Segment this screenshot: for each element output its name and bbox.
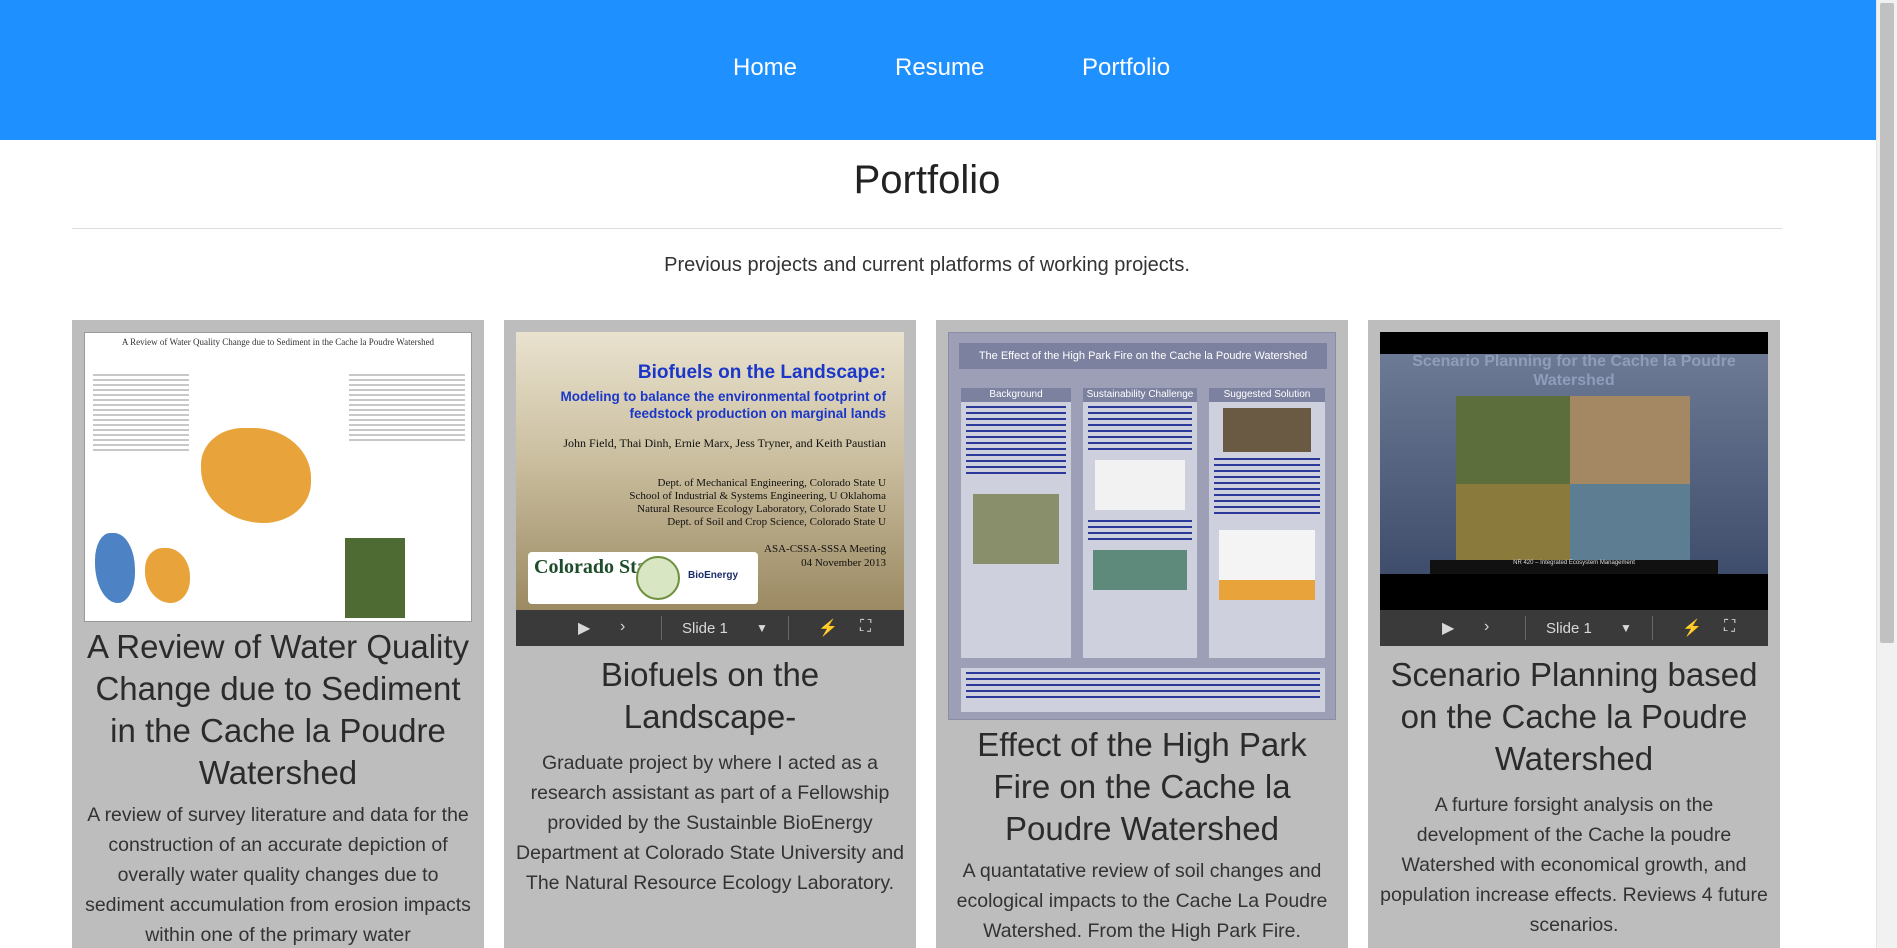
nav-link-portfolio[interactable]: Portfolio xyxy=(1082,54,1170,82)
slide-selector[interactable]: Slide 1 xyxy=(682,620,728,637)
chevron-down-icon[interactable]: ▼ xyxy=(1620,621,1632,635)
chevron-down-icon[interactable]: ▼ xyxy=(756,621,768,635)
slide-authors: John Field, Thai Dinh, Ernie Marx, Jess … xyxy=(563,436,886,450)
graph-image xyxy=(1095,460,1185,510)
slide-subtitle: Modeling to balance the environmental fo… xyxy=(560,389,886,421)
portfolio-card-water-quality[interactable]: A Review of Water Quality Change due to … xyxy=(72,320,484,948)
slide-preview: Scenario Planning for the Cache la Poudr… xyxy=(1380,332,1768,610)
poster-title: A Review of Water Quality Change due to … xyxy=(121,337,435,347)
nav-link-home[interactable]: Home xyxy=(733,54,797,82)
poster-column: Suggested Solution xyxy=(1209,388,1325,658)
portfolio-card-high-park-fire[interactable]: The Effect of the High Park Fire on the … xyxy=(936,320,1348,948)
next-slide-icon[interactable]: › xyxy=(1484,618,1489,636)
meeting-name: ASA-CSSA-SSSA Meeting xyxy=(764,543,886,555)
stream-photo xyxy=(345,538,405,618)
city-photo xyxy=(1570,484,1690,560)
department-line: Natural Resource Ecology Laboratory, Col… xyxy=(637,503,886,515)
department-line: Dept. of Soil and Crop Science, Colorado… xyxy=(667,516,886,528)
slides-embed[interactable]: Biofuels on the Landscape: Modeling to b… xyxy=(516,332,904,646)
slide-departments: Dept. of Mechanical Engineering, Colorad… xyxy=(526,477,886,529)
river-photo xyxy=(1456,396,1570,484)
portfolio-card-scenario-planning[interactable]: Scenario Planning for the Cache la Poudr… xyxy=(1368,320,1780,948)
column-heading: Suggested Solution xyxy=(1209,388,1325,402)
card-description: Graduate project by where I acted as a r… xyxy=(515,752,905,894)
scrollbar-thumb[interactable] xyxy=(1880,3,1894,643)
edit-off-icon[interactable]: ⚡ xyxy=(818,618,838,638)
card-title: Scenario Planning based on the Cache la … xyxy=(1390,656,1758,777)
slide-title: Biofuels on the Landscape: xyxy=(637,362,886,383)
edit-off-icon[interactable]: ⚡ xyxy=(1682,618,1702,638)
poster-column: Background xyxy=(961,388,1071,658)
slide-meeting: ASA-CSSA-SSSA Meeting 04 November 2013 xyxy=(736,542,886,570)
card-title: Effect of the High Park Fire on the Cach… xyxy=(977,726,1307,847)
bar-chart-image xyxy=(1219,530,1315,600)
card-description: A quantatative review of soil changes an… xyxy=(956,860,1328,942)
nav-link-resume[interactable]: Resume xyxy=(895,54,984,82)
fullscreen-icon[interactable]: ⛶ xyxy=(1724,618,1735,636)
top-navbar: Home Resume Portfolio xyxy=(0,0,1876,140)
department-line: School of Industrial & Systems Engineeri… xyxy=(629,490,886,502)
slide-selector[interactable]: Slide 1 xyxy=(1546,620,1592,637)
column-heading: Sustainability Challenge xyxy=(1083,388,1197,402)
next-slide-icon[interactable]: › xyxy=(620,618,625,636)
play-icon[interactable]: ▶ xyxy=(578,618,590,638)
poster-column: Sustainability Challenge xyxy=(1083,388,1197,658)
play-icon[interactable]: ▶ xyxy=(1442,618,1454,638)
fullscreen-icon[interactable]: ⛶ xyxy=(860,618,871,636)
slides-control-bar: ▶ › Slide 1 ▼ ⚡ ⛶ xyxy=(516,610,904,646)
card-title: A Review of Water Quality Change due to … xyxy=(86,628,470,791)
poster-thumbnail[interactable]: The Effect of the High Park Fire on the … xyxy=(948,332,1336,720)
research-poster: A Review of Water Quality Change due to … xyxy=(84,332,472,622)
meeting-date: 04 November 2013 xyxy=(801,557,886,569)
slides-embed[interactable]: Scenario Planning for the Cache la Poudr… xyxy=(1380,332,1768,646)
watershed-map xyxy=(201,428,311,523)
map-thumbnail xyxy=(145,548,190,603)
site-map-image xyxy=(973,494,1059,564)
poster-references xyxy=(961,668,1325,712)
reservoir-photo xyxy=(1570,396,1690,484)
nrel-seal-icon xyxy=(636,556,680,600)
reservoir-photo xyxy=(1093,550,1187,590)
card-description: A furture forsight analysis on the devel… xyxy=(1380,794,1768,936)
title-divider xyxy=(72,228,1782,229)
card-description: A review of survey literature and data f… xyxy=(85,804,471,946)
slides-control-bar: ▶ › Slide 1 ▼ ⚡ ⛶ xyxy=(1380,610,1768,646)
poster-thumbnail[interactable]: A Review of Water Quality Change due to … xyxy=(84,332,472,622)
sponsor-logos: Colorado State BioEnergy xyxy=(528,552,758,604)
department-line: Dept. of Mechanical Engineering, Colorad… xyxy=(657,477,887,489)
card-title: Biofuels on the Landscape- xyxy=(600,656,820,735)
page-title: Portfolio xyxy=(853,158,1001,202)
forest-photo xyxy=(1223,408,1311,452)
slide-preview: Biofuels on the Landscape: Modeling to b… xyxy=(516,332,904,610)
research-poster: The Effect of the High Park Fire on the … xyxy=(948,332,1336,720)
portfolio-card-biofuels[interactable]: Biofuels on the Landscape: Modeling to b… xyxy=(504,320,916,948)
poster-title: The Effect of the High Park Fire on the … xyxy=(959,343,1327,369)
vertical-scrollbar[interactable] xyxy=(1876,0,1897,948)
farmland-photo xyxy=(1456,484,1570,560)
slide-title: Scenario Planning for the Cache la Poudr… xyxy=(1412,353,1736,389)
bioenergy-logo: BioEnergy xyxy=(688,570,739,581)
page-subtitle: Previous projects and current platforms … xyxy=(664,254,1190,276)
column-heading: Background xyxy=(961,388,1071,402)
map-thumbnail xyxy=(95,533,135,603)
slide-caption: NR 420 – Integrated Ecosystem Management xyxy=(1430,560,1718,574)
